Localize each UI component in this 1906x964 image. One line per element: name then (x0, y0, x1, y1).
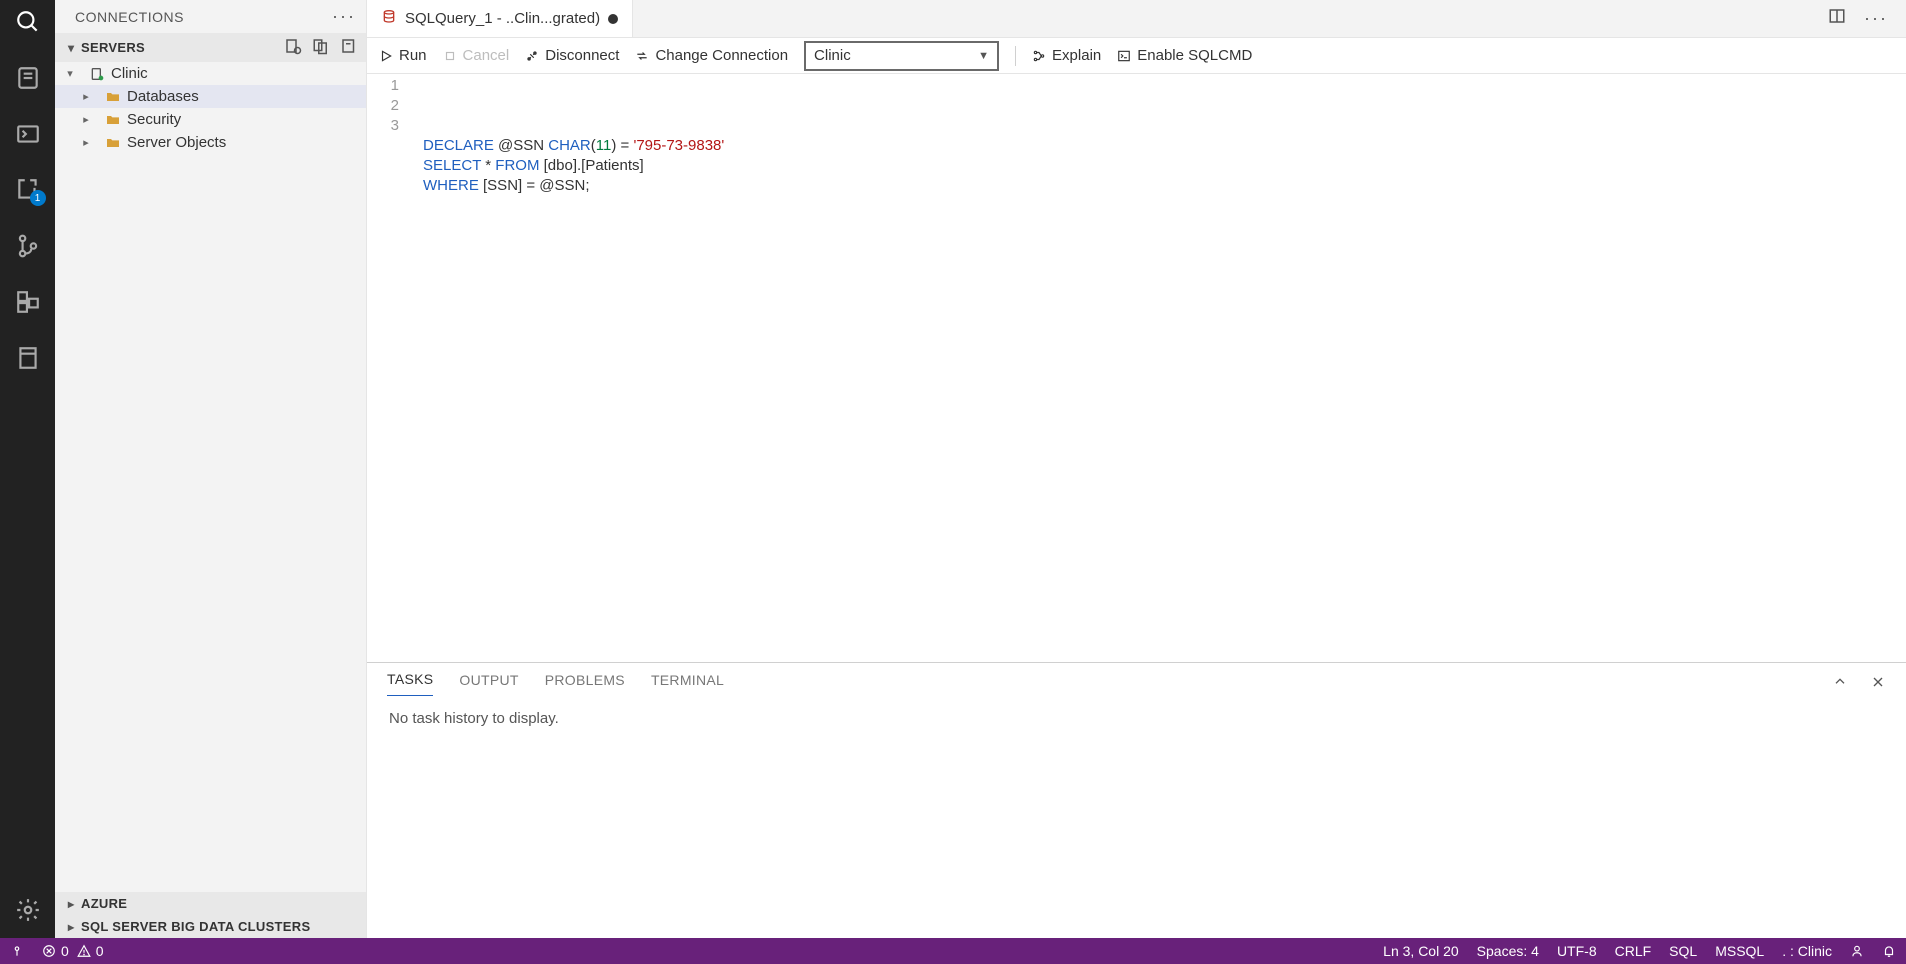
panel-tab-terminal[interactable]: TERMINAL (651, 672, 724, 696)
panel-tab-output[interactable]: OUTPUT (459, 672, 518, 696)
panel-tab-problems[interactable]: PROBLEMS (545, 672, 625, 696)
tree-server-root[interactable]: ▾ Clinic (55, 62, 366, 85)
chevron-right-icon: ▸ (63, 920, 79, 934)
panel-maximize-icon[interactable] (1832, 674, 1848, 693)
panel-tab-tasks[interactable]: TASKS (387, 671, 433, 696)
chevron-down-icon: ▼ (978, 50, 989, 62)
status-connection[interactable]: . : Clinic (1782, 943, 1832, 959)
search-icon[interactable] (14, 8, 42, 36)
section-servers[interactable]: ▾ SERVERS (55, 33, 366, 62)
status-provider[interactable]: MSSQL (1715, 943, 1764, 959)
explain-button[interactable]: Explain (1032, 47, 1101, 64)
enable-sqlcmd-button[interactable]: Enable SQLCMD (1117, 47, 1252, 64)
chevron-right-icon: ▸ (79, 136, 93, 149)
source-control-icon[interactable] (14, 232, 42, 260)
connections-sidebar: CONNECTIONS ··· ▾ SERVERS ▾ (55, 0, 367, 938)
server-tree: ▾ Clinic ▸ Databases ▸ S (55, 62, 366, 892)
run-button[interactable]: Run (379, 47, 427, 64)
sql-editor[interactable]: 123 DECLARE @SSN CHAR(11) = '795-73-9838… (367, 74, 1906, 662)
extensions-icon[interactable] (14, 288, 42, 316)
tree-security[interactable]: ▸ Security (55, 108, 366, 131)
terminal-icon[interactable] (14, 120, 42, 148)
chevron-down-icon: ▾ (63, 41, 79, 55)
cancel-button: Cancel (443, 47, 510, 64)
sidebar-more-button[interactable]: ··· (332, 6, 356, 27)
status-language[interactable]: SQL (1669, 943, 1697, 959)
status-encoding[interactable]: UTF-8 (1557, 943, 1597, 959)
tree-server-objects[interactable]: ▸ Server Objects (55, 131, 366, 154)
dirty-indicator-icon (608, 14, 618, 24)
notebook-icon[interactable] (14, 344, 42, 372)
code-content[interactable]: DECLARE @SSN CHAR(11) = '795-73-9838'SEL… (409, 74, 1906, 662)
change-connection-button[interactable]: Change Connection (635, 47, 788, 64)
gear-icon[interactable] (14, 896, 42, 924)
status-cursor[interactable]: Ln 3, Col 20 (1383, 943, 1459, 959)
status-remote-icon[interactable] (10, 944, 24, 958)
status-errors[interactable]: 0 (42, 943, 69, 959)
tab-more-button[interactable]: ··· (1864, 8, 1888, 29)
editor-tab[interactable]: SQLQuery_1 - ..Clin...grated) (367, 0, 633, 37)
folder-icon (103, 89, 123, 105)
status-spaces[interactable]: Spaces: 4 (1477, 943, 1539, 959)
database-icon (381, 9, 397, 29)
bell-icon[interactable] (1882, 944, 1896, 958)
tab-title: SQLQuery_1 - ..Clin...grated) (405, 10, 600, 27)
status-bar: 0 0 Ln 3, Col 20 Spaces: 4 UTF-8 CRLF SQ… (0, 938, 1906, 964)
sidebar-title: CONNECTIONS (75, 9, 332, 25)
chevron-right-icon: ▸ (79, 90, 93, 103)
split-editor-icon[interactable] (1828, 7, 1846, 30)
tree-databases[interactable]: ▸ Databases (55, 85, 366, 108)
status-eol[interactable]: CRLF (1615, 943, 1652, 959)
folder-icon (103, 135, 123, 151)
bottom-panel: TASKS OUTPUT PROBLEMS TERMINAL No task hist… (367, 662, 1906, 938)
badge: 1 (30, 190, 46, 206)
chevron-down-icon: ▾ (63, 67, 77, 80)
editor-tab-bar: SQLQuery_1 - ..Clin...grated) ··· (367, 0, 1906, 38)
server-db-icon (87, 66, 107, 82)
panel-close-icon[interactable] (1870, 674, 1886, 693)
collapse-icon[interactable] (340, 37, 358, 58)
section-bigdata[interactable]: ▸ SQL SERVER BIG DATA CLUSTERS (55, 915, 366, 938)
chevron-right-icon: ▸ (79, 113, 93, 126)
activity-bar: 1 (0, 0, 55, 938)
section-azure[interactable]: ▸ AZURE (55, 892, 366, 915)
panel-body-tasks: No task history to display. (367, 696, 1906, 938)
feedback-icon[interactable] (1850, 944, 1864, 958)
separator (1015, 46, 1016, 66)
disconnect-button[interactable]: Disconnect (525, 47, 619, 64)
line-gutter: 123 (367, 74, 409, 662)
explorer-icon[interactable]: 1 (14, 176, 42, 204)
chevron-right-icon: ▸ (63, 897, 79, 911)
query-toolbar: Run Cancel Disconnect Change Connection … (367, 38, 1906, 74)
connection-select[interactable]: Clinic ▼ (804, 41, 999, 71)
folder-icon (103, 112, 123, 128)
new-group-icon[interactable] (312, 37, 330, 58)
status-warnings[interactable]: 0 (77, 943, 104, 959)
server-icon[interactable] (14, 64, 42, 92)
new-connection-icon[interactable] (284, 37, 302, 58)
